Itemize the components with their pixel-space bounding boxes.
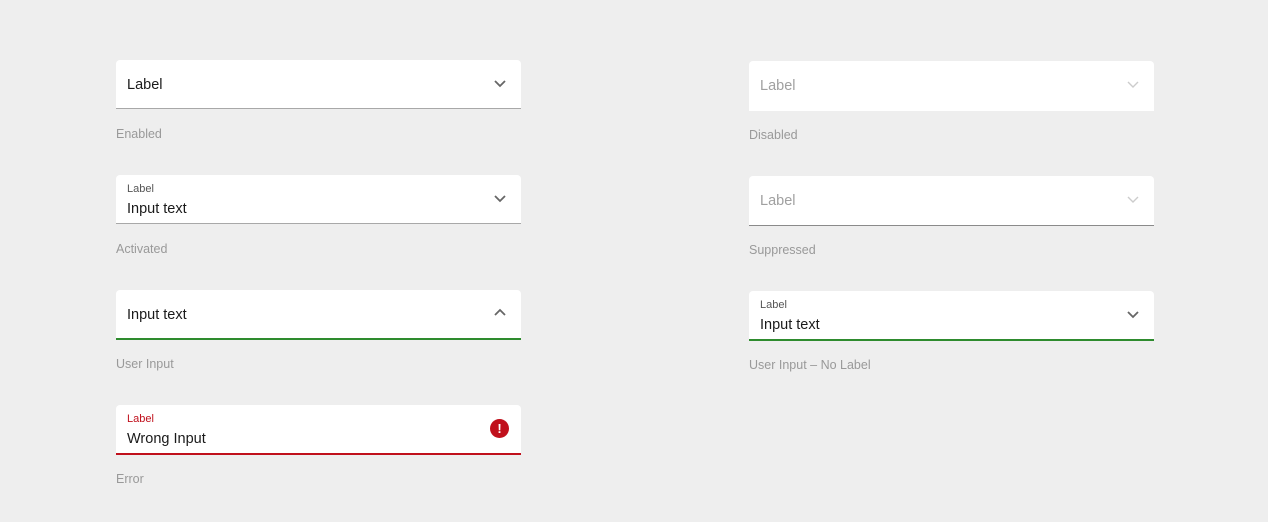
caption: Suppressed <box>749 243 816 257</box>
dropdown-error[interactable]: Label Wrong Input ! <box>116 405 521 455</box>
dropdown-label: Label <box>760 78 796 94</box>
dropdown-enabled[interactable]: Label <box>116 60 521 109</box>
chevron-down-icon <box>1127 311 1139 319</box>
dropdown-activated[interactable]: Label Input text <box>116 175 521 224</box>
floating-label: Label <box>127 413 154 425</box>
dropdown-user-input-no-label[interactable]: Label Input text <box>749 291 1154 341</box>
dropdown-value: Wrong Input <box>127 431 206 447</box>
dropdown-value: Input text <box>127 201 187 217</box>
chevron-down-icon <box>1127 81 1139 88</box>
dropdown-value: Input text <box>760 317 820 333</box>
chevron-down-icon <box>1127 196 1139 203</box>
caption: Enabled <box>116 127 162 141</box>
dropdown-disabled: Label <box>749 61 1154 111</box>
chevron-down-icon <box>494 80 506 88</box>
dropdown-suppressed[interactable]: Label <box>749 176 1154 226</box>
caption: Disabled <box>749 128 798 142</box>
floating-label: Label <box>760 299 787 311</box>
caption: User Input <box>116 357 174 371</box>
dropdown-user-input[interactable]: Input text <box>116 290 521 340</box>
caption: Error <box>116 472 144 486</box>
caption: User Input – No Label <box>749 358 871 372</box>
floating-label: Label <box>127 183 154 195</box>
chevron-up-icon <box>494 308 506 316</box>
dropdown-label: Label <box>127 77 163 93</box>
error-icon: ! <box>490 419 509 438</box>
caption: Activated <box>116 242 168 256</box>
dropdown-value: Input text <box>127 307 187 323</box>
chevron-down-icon <box>494 195 506 203</box>
dropdown-label: Label <box>760 193 796 209</box>
